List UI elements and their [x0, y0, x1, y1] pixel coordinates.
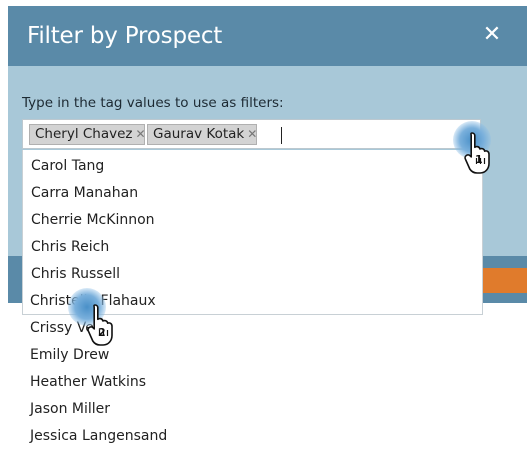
dropdown-option[interactable]: Jessica Langensand — [30, 427, 167, 445]
dropdown-option[interactable]: Chris Reich — [31, 238, 109, 256]
screenshot: Filter by Prospect ✕ Type in the tag val… — [0, 0, 531, 452]
tag-label: Cheryl Chavez — [35, 126, 133, 142]
step-2-label: 2 — [98, 326, 106, 339]
tag-input[interactable]: Cheryl Chavez ✕ Gaurav Kotak ✕ — [22, 119, 481, 149]
dropdown-option[interactable]: Heather Watkins — [30, 373, 146, 391]
dropdown-option[interactable]: Chris Russell — [31, 265, 120, 283]
text-caret — [281, 127, 282, 144]
step-1-label: 1 — [475, 153, 483, 166]
dropdown-option[interactable]: Cherrie McKinnon — [31, 211, 155, 229]
tag-chip: Gaurav Kotak ✕ — [147, 124, 257, 145]
dropdown-option[interactable]: Carra Manahan — [31, 184, 138, 202]
filter-instruction: Type in the tag values to use as filters… — [22, 95, 284, 111]
apply-button[interactable] — [483, 268, 527, 293]
tag-label: Gaurav Kotak — [153, 126, 245, 142]
remove-tag-icon[interactable]: ✕ — [247, 127, 257, 141]
remove-tag-icon[interactable]: ✕ — [136, 127, 146, 141]
dropdown-option[interactable]: Jason Miller — [30, 400, 110, 418]
dropdown-option[interactable]: Carol Tang — [31, 157, 104, 175]
tag-chip: Cheryl Chavez ✕ — [29, 124, 146, 145]
dialog-header: Filter by Prospect ✕ — [8, 6, 527, 66]
close-icon[interactable]: ✕ — [481, 23, 503, 47]
dialog-title: Filter by Prospect — [27, 23, 223, 49]
